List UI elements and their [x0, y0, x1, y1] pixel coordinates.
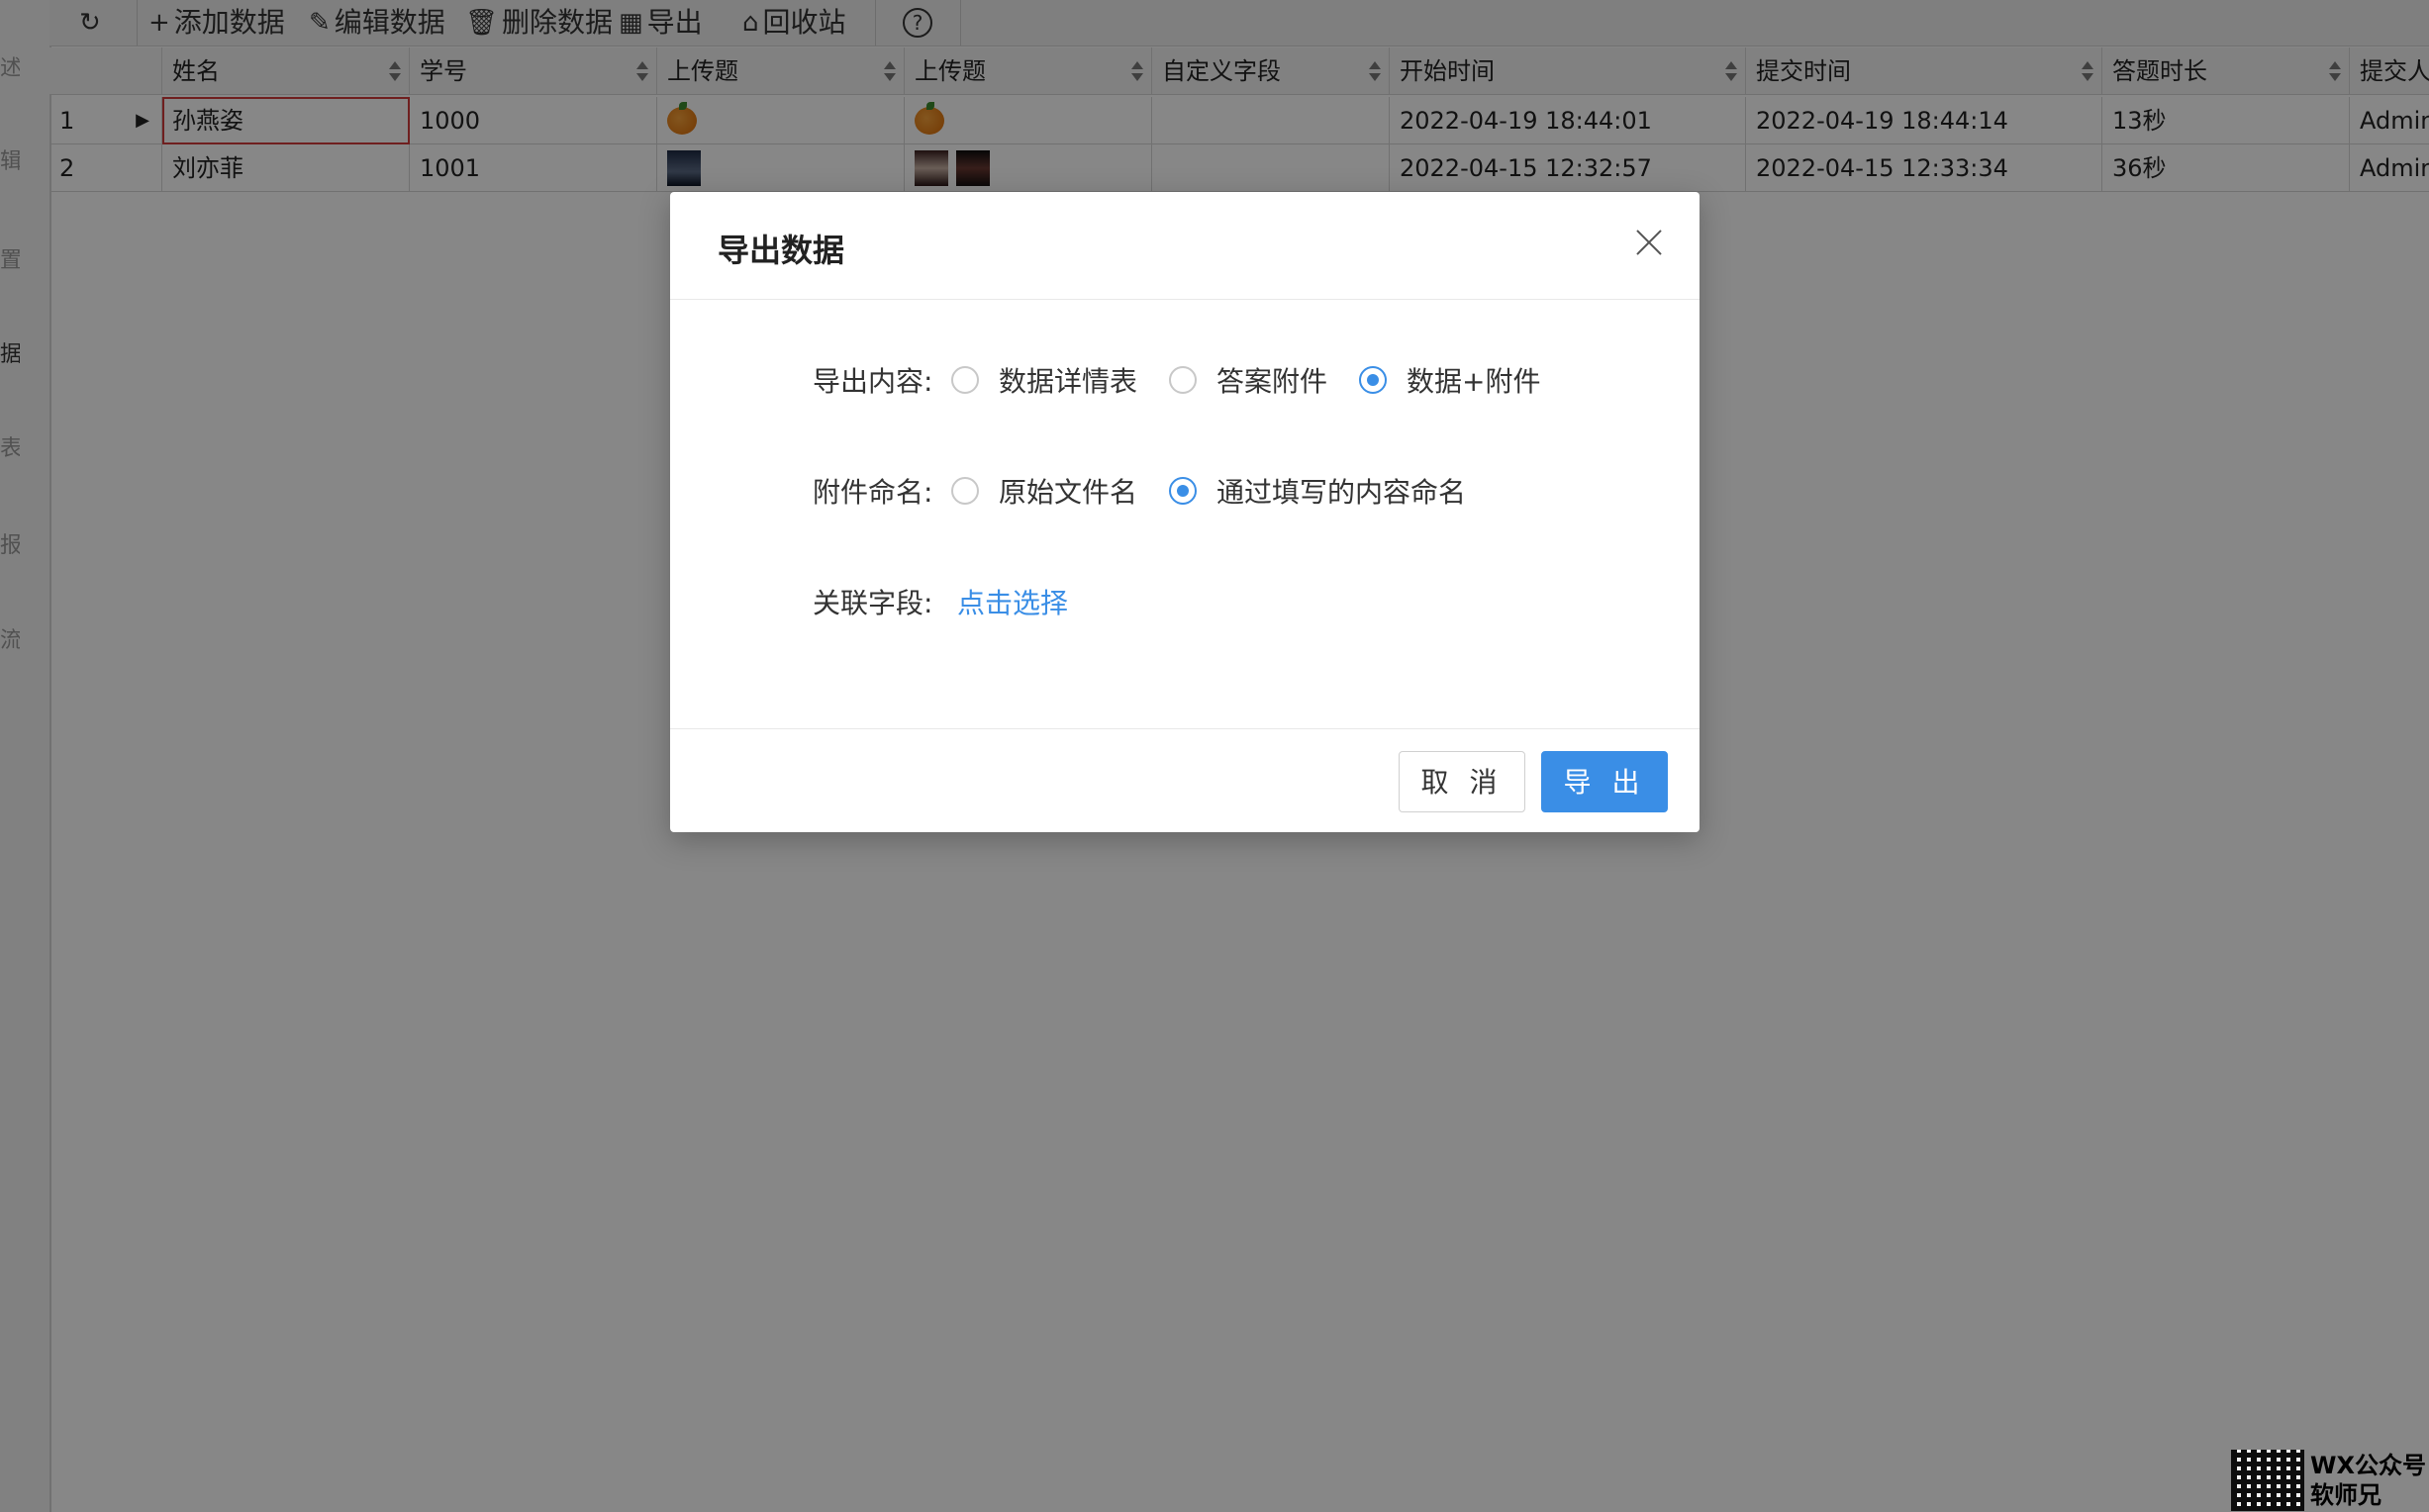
watermark-line-2: 软师兄: [2310, 1481, 2381, 1509]
attachment-naming-row: 附件命名: 原始文件名 通过填写的内容命名: [813, 466, 1498, 516]
radio-label: 数据+附件: [1407, 365, 1541, 398]
radio-label: 数据详情表: [999, 365, 1138, 398]
radio-data-plus-attachment[interactable]: 数据+附件: [1359, 360, 1541, 400]
dialog-title: 导出数据: [718, 232, 845, 269]
attachment-naming-label: 附件命名:: [813, 476, 933, 509]
radio-original-filename[interactable]: 原始文件名: [951, 471, 1137, 511]
radio-circle[interactable]: [1169, 366, 1198, 394]
radio-label: 通过填写的内容命名: [1216, 476, 1467, 509]
radio-circle[interactable]: [951, 477, 979, 505]
cancel-button[interactable]: 取 消: [1399, 751, 1525, 812]
radio-circle[interactable]: [951, 366, 979, 394]
radio-label: 原始文件名: [999, 476, 1138, 509]
export-button[interactable]: 导 出: [1541, 751, 1668, 812]
watermark-text: WX公众号 软师兄: [2310, 1451, 2426, 1510]
dialog-header: 导出数据: [670, 192, 1700, 300]
link-field-row: 关联字段: 点击选择: [813, 577, 1068, 626]
export-content-label: 导出内容:: [813, 365, 933, 398]
link-field-label: 关联字段:: [813, 587, 933, 619]
radio-data-detail[interactable]: 数据详情表: [951, 360, 1137, 400]
dialog-footer: 取 消 导 出: [670, 728, 1700, 832]
select-field-link[interactable]: 点击选择: [957, 582, 1068, 621]
watermark: WX公众号 软师兄: [2231, 1449, 2429, 1512]
radio-answer-attachment[interactable]: 答案附件: [1169, 360, 1327, 400]
qr-code-icon: [2231, 1450, 2304, 1511]
radio-circle-checked[interactable]: [1169, 477, 1198, 505]
radio-circle-checked[interactable]: [1359, 366, 1388, 394]
export-content-row: 导出内容: 数据详情表 答案附件 数据+附件: [813, 355, 1573, 405]
watermark-line-1: WX公众号: [2310, 1452, 2426, 1479]
export-dialog: 导出数据 导出内容: 数据详情表 答案附件 数据+附件 附件命名: 原始文件名 …: [670, 192, 1700, 832]
radio-label: 答案附件: [1216, 365, 1328, 398]
close-icon[interactable]: [1634, 228, 1664, 257]
radio-name-by-content[interactable]: 通过填写的内容命名: [1169, 471, 1466, 511]
